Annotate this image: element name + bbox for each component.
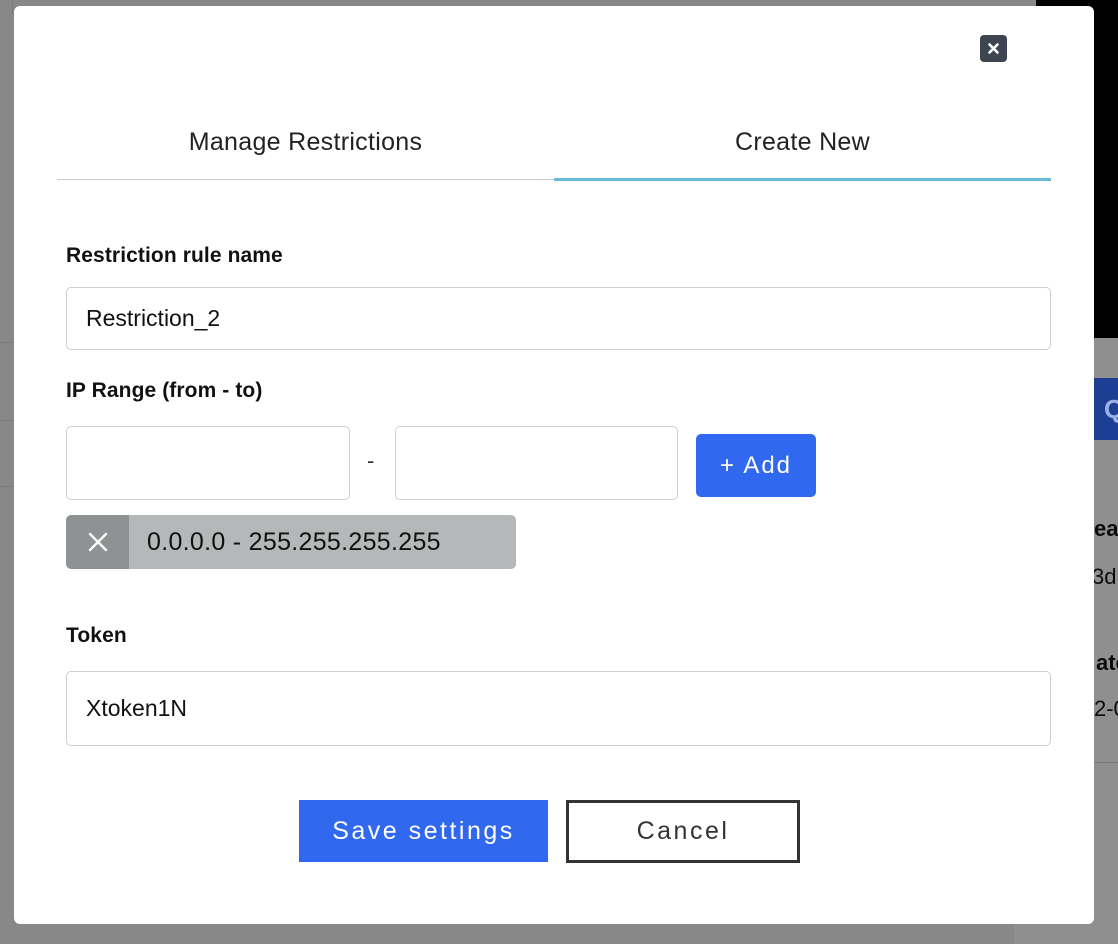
- background-divider: [0, 486, 14, 487]
- tab-manage-restrictions[interactable]: Manage Restrictions: [57, 106, 554, 179]
- background-text: ate: [1096, 650, 1118, 675]
- cancel-button[interactable]: Cancel: [566, 800, 800, 863]
- close-button[interactable]: [980, 35, 1007, 62]
- ip-range-chip-text: 0.0.0.0 - 255.255.255.255: [129, 515, 516, 569]
- background-button-label: Q: [1104, 394, 1118, 424]
- token-label: Token: [66, 624, 127, 647]
- background-divider: [0, 342, 14, 343]
- remove-ip-range-button[interactable]: [66, 515, 129, 569]
- ip-from-input[interactable]: [66, 426, 350, 500]
- rule-name-label: Restriction rule name: [66, 244, 283, 267]
- background-text: ea: [1094, 516, 1118, 541]
- background-text: 3d: [1092, 564, 1117, 589]
- x-icon: [88, 532, 107, 552]
- ip-range-label: IP Range (from - to): [66, 379, 263, 402]
- ip-to-input[interactable]: [395, 426, 678, 500]
- tab-create-new[interactable]: Create New: [554, 106, 1051, 181]
- ip-range-separator: -: [367, 448, 375, 473]
- ip-restriction-dialog: Manage Restrictions Create New Restricti…: [14, 6, 1094, 924]
- add-ip-range-button[interactable]: + Add: [696, 434, 816, 497]
- ip-range-chip: 0.0.0.0 - 255.255.255.255: [66, 515, 516, 569]
- background-text: 2-0: [1094, 696, 1118, 721]
- token-input[interactable]: [66, 671, 1051, 746]
- close-icon: [988, 43, 999, 54]
- dialog-tabs: Manage Restrictions Create New: [57, 106, 1051, 181]
- background-divider: [0, 420, 14, 421]
- rule-name-input[interactable]: [66, 287, 1051, 350]
- background-divider: [12, 0, 13, 14]
- save-settings-button[interactable]: Save settings: [299, 800, 548, 862]
